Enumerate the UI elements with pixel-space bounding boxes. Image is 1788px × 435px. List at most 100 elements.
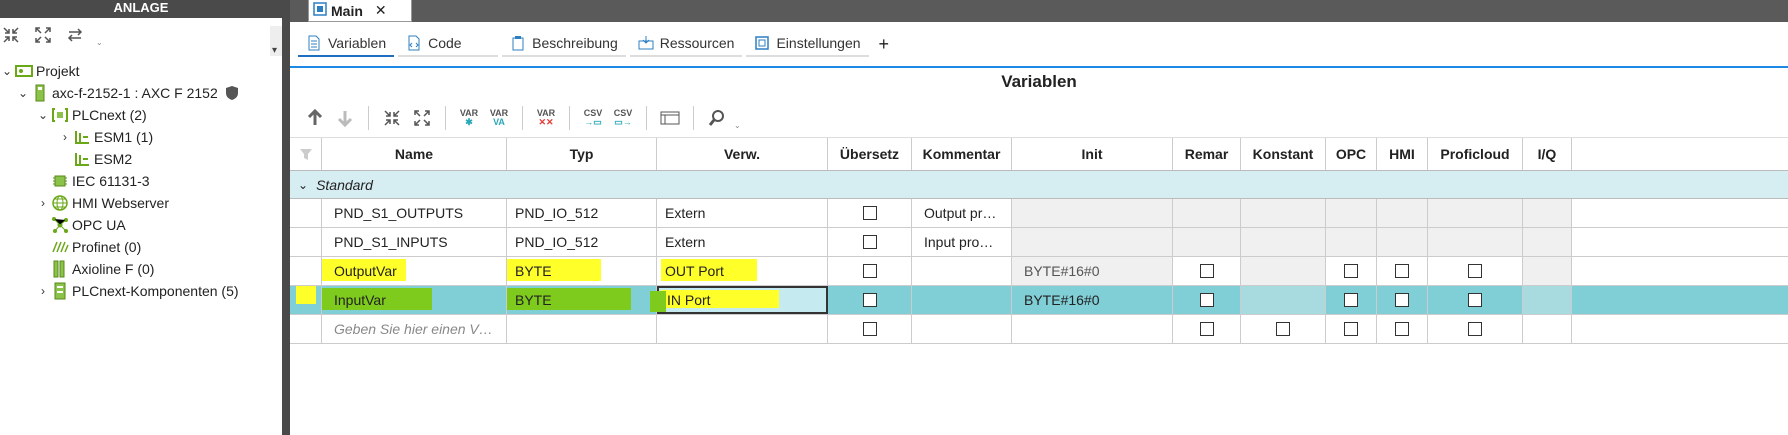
col-konstant[interactable]: Konstant [1241,138,1326,170]
csv-import-icon[interactable]: CSV →▭ [580,105,606,131]
expand-down-icon[interactable]: ⌄ [16,86,30,100]
cell-init[interactable]: BYTE#16#0 [1012,257,1173,285]
new-variable-input[interactable]: Geben Sie hier einen V… [322,315,507,343]
uebersetz-checkbox[interactable] [862,322,877,336]
tree-item-iec[interactable]: IEC 61131-3 [0,170,282,192]
expand-down-icon[interactable]: ⌄ [0,64,14,78]
cell-verw-editing[interactable]: IN Port [657,286,828,314]
cell-typ[interactable]: PND_IO_512 [507,199,657,227]
collapse-all-icon[interactable] [379,105,405,131]
remanent-checkbox[interactable] [1199,264,1214,278]
move-up-icon[interactable] [302,105,328,131]
cell-kommentar[interactable] [912,257,1012,285]
move-down-icon[interactable] [332,105,358,131]
opc-checkbox[interactable] [1344,264,1358,278]
table-row[interactable]: PND_S1_INPUTS PND_IO_512 Extern Input pr… [290,228,1788,257]
cell-kommentar[interactable]: Input pro… [912,228,1012,256]
close-icon[interactable]: ✕ [375,2,387,19]
tree-item-hmi[interactable]: › HMI Webserver [0,192,282,214]
col-kommentar[interactable]: Kommentar [912,138,1012,170]
tree-item-opcua[interactable]: OPC UA [0,214,282,236]
tab-einstellungen[interactable]: Einstellungen [746,31,869,57]
delete-variable-icon[interactable]: VAR ✕✕ [533,105,559,131]
hmi-checkbox[interactable] [1395,293,1409,307]
tree-item-esm2[interactable]: ESM2 [0,148,282,170]
table-row[interactable]: PND_S1_OUTPUTS PND_IO_512 Extern Output … [290,199,1788,228]
proficloud-checkbox[interactable] [1468,264,1482,278]
collapse-all-icon[interactable] [0,24,22,46]
expand-all-icon[interactable] [32,24,54,46]
col-uebersetz[interactable]: Übersetz [828,138,912,170]
group-row-standard[interactable]: ⌄ Standard [290,171,1788,199]
add-variable-icon[interactable]: VAR ✱ [456,105,482,131]
expand-right-icon[interactable]: › [36,284,50,298]
cell-typ[interactable]: PND_IO_512 [507,228,657,256]
uebersetz-checkbox[interactable] [862,206,877,220]
konstant-checkbox[interactable] [1276,322,1290,336]
col-typ[interactable]: Typ [507,138,657,170]
add-tab-button[interactable]: + [879,34,890,55]
col-iq[interactable]: I/Q [1523,138,1572,170]
opc-checkbox[interactable] [1344,322,1358,336]
expand-right-icon[interactable]: › [58,130,72,144]
expand-right-icon[interactable]: › [36,196,50,210]
hmi-checkbox[interactable] [1395,322,1409,336]
tab-ressourcen[interactable]: Ressourcen [629,31,743,57]
sync-icon[interactable] [64,24,86,46]
tab-main[interactable]: Main ✕ [308,0,412,22]
search-icon[interactable] [704,105,730,131]
table-row-selected[interactable]: InputVar BYTE IN Port BYTE#16#0 [290,286,1788,315]
columns-icon[interactable] [657,105,683,131]
cell-init[interactable]: BYTE#16#0 [1012,286,1173,314]
tree-item-components[interactable]: › PLCnext-Komponenten (5) [0,280,282,302]
cell-init[interactable] [1012,199,1173,227]
opc-checkbox[interactable] [1344,293,1358,307]
uebersetz-checkbox[interactable] [862,264,877,278]
col-remar[interactable]: Remar [1173,138,1241,170]
col-hmi[interactable]: HMI [1377,138,1428,170]
tree-item-controller[interactable]: ⌄ axc-f-2152-1 : AXC F 2152 [0,82,282,104]
hmi-checkbox[interactable] [1395,264,1409,278]
tree-scrollbar[interactable] [270,26,282,56]
tree-item-axioline[interactable]: Axioline F (0) [0,258,282,280]
table-row[interactable]: OutputVar BYTE OUT Port BYTE#16#0 [290,257,1788,286]
cell-name[interactable]: PND_S1_INPUTS [322,228,507,256]
cell-verw[interactable]: OUT Port [657,257,828,285]
add-variable-struct-icon[interactable]: VAR VA [486,105,512,131]
cell-typ[interactable]: BYTE [507,286,657,314]
uebersetz-checkbox[interactable] [862,293,877,307]
panel-splitter[interactable] [282,0,290,435]
col-proficloud[interactable]: Proficloud [1428,138,1523,170]
proficloud-checkbox[interactable] [1468,322,1482,336]
cell-verw[interactable]: Extern [657,228,828,256]
cell-kommentar[interactable]: Output pr… [912,199,1012,227]
cell-init[interactable] [1012,228,1173,256]
tree-item-esm1[interactable]: › ESM1 (1) [0,126,282,148]
new-variable-row[interactable]: Geben Sie hier einen V… [290,315,1788,344]
col-name[interactable]: Name [322,138,507,170]
expand-down-icon[interactable]: ⌄ [36,108,50,122]
col-opc[interactable]: OPC [1326,138,1377,170]
tab-code[interactable]: Code [398,31,499,57]
uebersetz-checkbox[interactable] [862,235,877,249]
tree-item-plcnext[interactable]: ⌄ PLCnext (2) [0,104,282,126]
dropdown-arrow-icon[interactable]: ⌄ [734,121,741,130]
csv-export-icon[interactable]: CSV ▭→ [610,105,636,131]
dropdown-arrow-icon[interactable]: ⌄ [96,38,103,47]
tree-item-projekt[interactable]: ⌄ Projekt [0,60,282,82]
proficloud-checkbox[interactable] [1468,293,1482,307]
filter-icon[interactable] [290,138,322,170]
cell-name[interactable]: PND_S1_OUTPUTS [322,199,507,227]
cell-kommentar[interactable] [912,286,1012,314]
remanent-checkbox[interactable] [1199,293,1214,307]
tab-beschreibung[interactable]: Beschreibung [502,31,626,57]
tree-item-profinet[interactable]: Profinet (0) [0,236,282,258]
cell-name[interactable]: OutputVar [322,257,507,285]
remanent-checkbox[interactable] [1199,322,1214,336]
cell-verw[interactable]: Extern [657,199,828,227]
expand-all-icon[interactable] [409,105,435,131]
col-verw[interactable]: Verw. [657,138,828,170]
cell-typ[interactable]: BYTE [507,257,657,285]
chevron-down-icon[interactable]: ⌄ [298,178,308,192]
cell-name[interactable]: InputVar [322,286,507,314]
